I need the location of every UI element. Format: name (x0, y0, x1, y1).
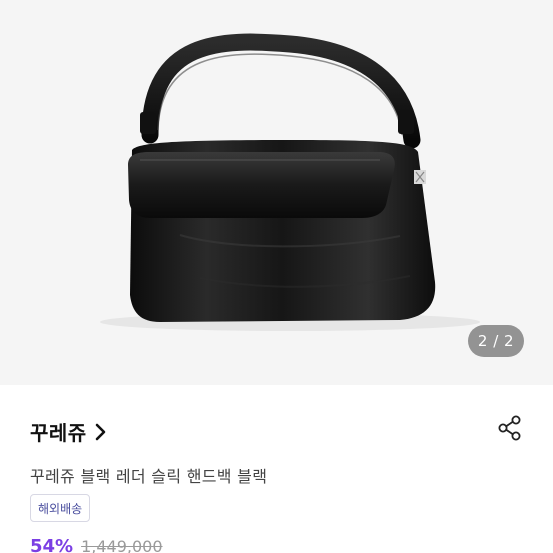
image-counter: 2 / 2 (468, 325, 524, 357)
brand-name: 꾸레쥬 (30, 421, 87, 445)
product-image-carousel[interactable]: 2 / 2 (0, 0, 553, 385)
price-row: 54% 1,449,000 (30, 536, 163, 553)
product-detail-page: 2 / 2 꾸레쥬 꾸레쥬 블랙 레더 슬릭 핸드백 블랙 해외배송 54% 1… (0, 0, 553, 553)
discount-rate: 54% (30, 536, 74, 553)
overseas-shipping-badge: 해외배송 (30, 494, 91, 522)
chevron-right-icon (95, 423, 107, 441)
product-info-section: 꾸레쥬 꾸레쥬 블랙 레더 슬릭 핸드백 블랙 해외배송 54% 1,449,0… (0, 385, 553, 553)
product-title: 꾸레쥬 블랙 레더 슬릭 핸드백 블랙 (30, 467, 268, 486)
share-button[interactable] (495, 415, 525, 445)
brand-link[interactable]: 꾸레쥬 (30, 417, 107, 446)
share-icon (497, 415, 523, 445)
original-price: 1,449,000 (81, 537, 163, 553)
handbag-image (100, 33, 480, 331)
